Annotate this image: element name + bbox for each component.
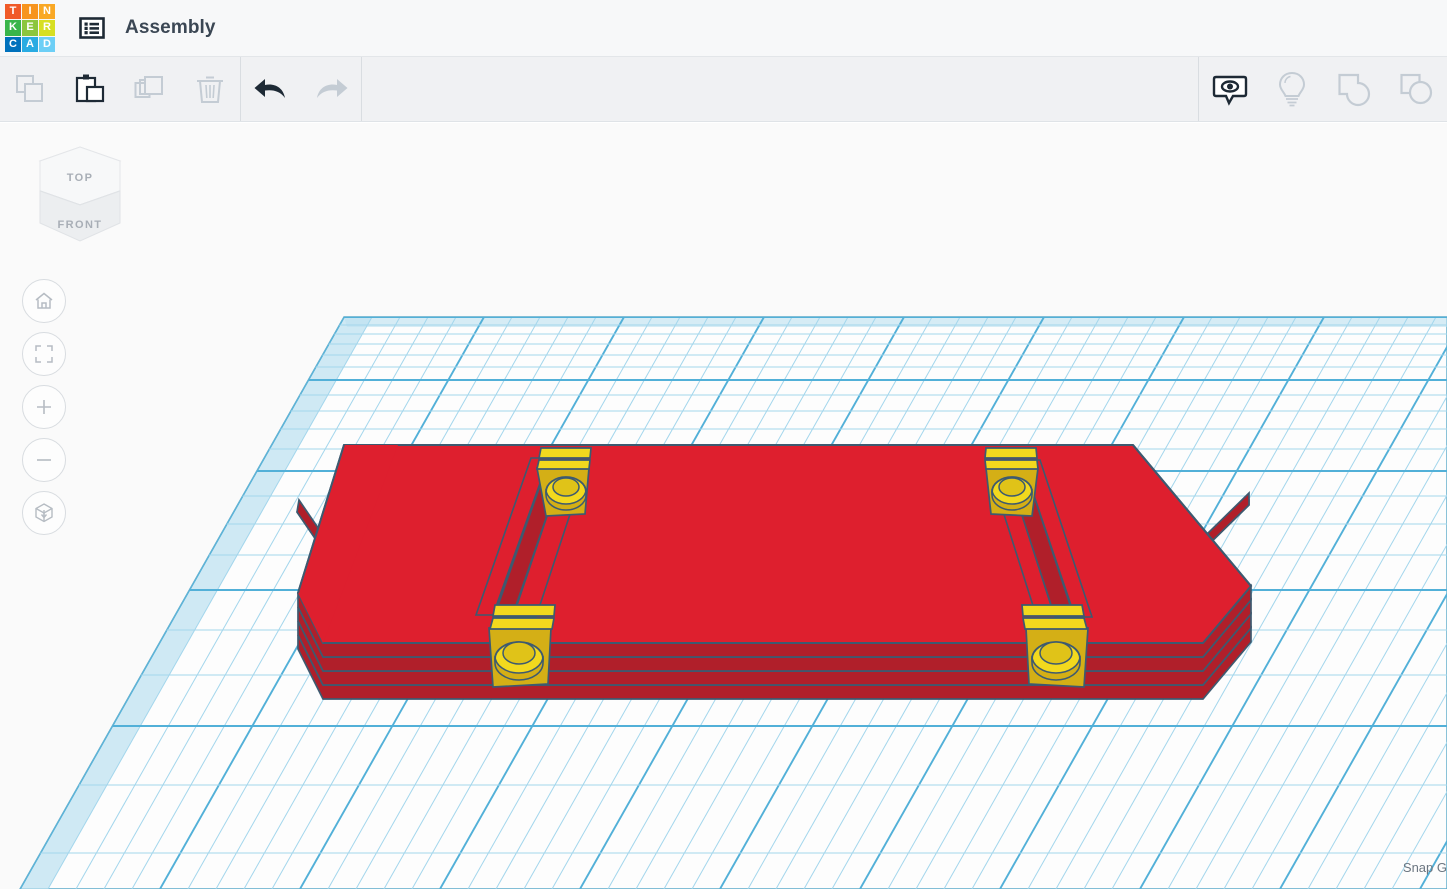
ungroup-icon[interactable] bbox=[1385, 57, 1447, 121]
logo-cell-r: R bbox=[39, 20, 55, 35]
home-view-button[interactable] bbox=[22, 279, 66, 323]
paste-button[interactable] bbox=[60, 57, 120, 121]
logo-cell-e: E bbox=[22, 20, 38, 35]
logo-cell-n: N bbox=[39, 4, 55, 19]
logo-cell-t: T bbox=[5, 4, 21, 19]
top-bar: T I N K E R C A D Assembly bbox=[0, 0, 1447, 57]
projection-toggle-button[interactable] bbox=[22, 491, 66, 535]
hub-inner bbox=[503, 642, 535, 664]
toolbar bbox=[0, 57, 1447, 122]
redo-button[interactable] bbox=[301, 57, 361, 121]
hub-inner bbox=[1040, 642, 1072, 664]
note-visibility-icon[interactable] bbox=[1199, 57, 1261, 121]
yellow-bracket-back-left bbox=[537, 448, 591, 516]
lightbulb-icon[interactable] bbox=[1261, 57, 1323, 121]
undo-button[interactable] bbox=[241, 57, 301, 121]
view-cube[interactable]: TOP FRONT bbox=[34, 143, 126, 251]
logo-cell-i: I bbox=[22, 4, 38, 19]
scene-render bbox=[0, 123, 1447, 889]
toolbar-spacer bbox=[362, 57, 1198, 121]
view-cube-top-label: TOP bbox=[67, 172, 94, 184]
logo-cell-k: K bbox=[5, 20, 21, 35]
hub-inner bbox=[999, 478, 1025, 496]
fit-to-view-button[interactable] bbox=[22, 332, 66, 376]
logo-cell-a: A bbox=[22, 37, 38, 52]
delete-button[interactable] bbox=[180, 57, 240, 121]
logo-cell-d: D bbox=[39, 37, 55, 52]
view-cube-front-label: FRONT bbox=[58, 219, 103, 231]
3d-viewport[interactable]: TOP FRONT bbox=[0, 123, 1447, 889]
logo-cell-c: C bbox=[5, 37, 21, 52]
slab-top-face bbox=[298, 445, 1251, 643]
group-icon[interactable] bbox=[1323, 57, 1385, 121]
tinkercad-app: T I N K E R C A D Assembly bbox=[0, 0, 1447, 889]
zoom-in-button[interactable] bbox=[22, 385, 66, 429]
yellow-bracket-front-right bbox=[1022, 605, 1088, 687]
yellow-bracket-front-left bbox=[489, 605, 555, 687]
zoom-out-button[interactable] bbox=[22, 438, 66, 482]
copy-button[interactable] bbox=[0, 57, 60, 121]
duplicate-button[interactable] bbox=[120, 57, 180, 121]
page-title[interactable]: Assembly bbox=[125, 17, 216, 39]
snap-grid-label[interactable]: Snap G bbox=[1403, 860, 1447, 875]
view-nav-controls bbox=[22, 279, 66, 535]
list-menu-icon[interactable] bbox=[77, 13, 107, 43]
red-slab-body bbox=[298, 445, 1251, 699]
yellow-bracket-back-right bbox=[985, 448, 1038, 516]
toolbar-right-group bbox=[1199, 57, 1447, 121]
tinkercad-logo[interactable]: T I N K E R C A D bbox=[5, 4, 55, 52]
hub-inner bbox=[553, 478, 579, 496]
